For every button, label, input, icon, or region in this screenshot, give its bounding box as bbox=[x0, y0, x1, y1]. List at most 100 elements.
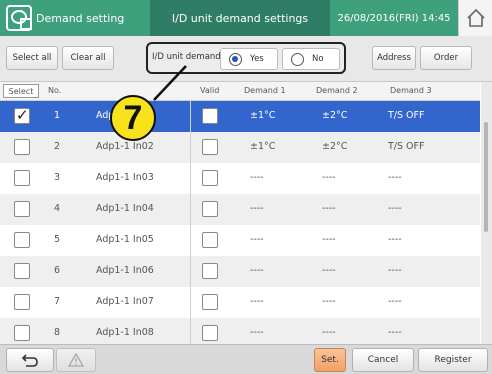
row-demand2: ±2°C bbox=[322, 141, 348, 152]
scrollbar[interactable] bbox=[481, 82, 492, 344]
address-button[interactable]: Address bbox=[372, 46, 416, 70]
row-number: 3 bbox=[54, 172, 61, 183]
datetime-display: 26/08/2016(FRI) 14:45 bbox=[330, 0, 458, 36]
row-select-checkbox[interactable] bbox=[14, 325, 30, 341]
row-device-name: Adp1-1 In05 bbox=[96, 234, 154, 245]
row-demand2: ±2°C bbox=[322, 110, 348, 121]
row-number: 8 bbox=[54, 327, 61, 338]
demand-setting-icon bbox=[6, 5, 32, 31]
column-divider bbox=[190, 132, 191, 163]
row-demand2: ---- bbox=[322, 234, 336, 245]
select-all-button[interactable]: Select all bbox=[6, 46, 58, 70]
table-row[interactable]: 4 Adp1-1 In04 ---- ---- ---- bbox=[0, 194, 480, 225]
no-radio[interactable]: No bbox=[282, 48, 340, 70]
row-select-checkbox[interactable] bbox=[14, 170, 30, 186]
demand1-column-header: Demand 1 bbox=[244, 86, 286, 95]
back-button[interactable] bbox=[6, 348, 54, 372]
home-icon bbox=[466, 8, 485, 27]
no-column-header: No. bbox=[48, 86, 62, 95]
column-divider bbox=[190, 287, 191, 318]
row-demand1: ±1°C bbox=[250, 141, 276, 152]
table-row[interactable]: 7 Adp1-1 In07 ---- ---- ---- bbox=[0, 287, 480, 318]
row-valid-checkbox[interactable] bbox=[202, 263, 218, 279]
table-row[interactable]: 5 Adp1-1 In05 ---- ---- ---- bbox=[0, 225, 480, 256]
yes-radio-indicator bbox=[229, 52, 242, 66]
row-demand2: ---- bbox=[322, 172, 336, 183]
column-divider bbox=[190, 225, 191, 256]
valid-column-header: Valid bbox=[200, 86, 220, 95]
row-number: 5 bbox=[54, 234, 61, 245]
idu-demand-label: I/D unit demand bbox=[152, 52, 221, 62]
screen-title: I/D unit demand settings bbox=[150, 0, 330, 36]
row-demand1: ---- bbox=[250, 234, 264, 245]
toolbar: Select all Clear all I/D unit demand Yes… bbox=[0, 36, 492, 82]
header-bar: Demand setting I/D unit demand settings … bbox=[0, 0, 492, 36]
column-divider bbox=[190, 256, 191, 287]
column-divider bbox=[190, 163, 191, 194]
row-demand3: ---- bbox=[388, 234, 402, 245]
table-row[interactable]: 2 Adp1-1 In02 ±1°C ±2°C T/S OFF bbox=[0, 132, 480, 163]
row-demand3: ---- bbox=[388, 327, 402, 338]
row-demand3: ---- bbox=[388, 265, 402, 276]
row-valid-checkbox[interactable] bbox=[202, 325, 218, 341]
row-demand1: ---- bbox=[250, 172, 264, 183]
row-valid-checkbox[interactable] bbox=[202, 170, 218, 186]
back-arrow-icon bbox=[21, 354, 38, 367]
home-button[interactable] bbox=[458, 0, 492, 36]
register-button[interactable]: Register bbox=[418, 348, 488, 372]
yes-label: Yes bbox=[250, 54, 264, 64]
row-select-checkbox[interactable] bbox=[14, 294, 30, 310]
table-row[interactable]: 3 Adp1-1 In03 ---- ---- ---- bbox=[0, 163, 480, 194]
row-demand2: ---- bbox=[322, 296, 336, 307]
scrollbar-thumb[interactable] bbox=[484, 122, 488, 232]
footer-bar: Set. Cancel Register bbox=[0, 344, 492, 374]
callout-number-badge: 7 bbox=[110, 95, 156, 141]
row-demand3: T/S OFF bbox=[388, 110, 425, 121]
row-number: 6 bbox=[54, 265, 61, 276]
row-device-name: Adp1-1 In04 bbox=[96, 203, 154, 214]
row-select-checkbox[interactable] bbox=[14, 263, 30, 279]
app-title-area: Demand setting bbox=[0, 0, 150, 36]
no-label: No bbox=[312, 54, 324, 64]
row-number: 4 bbox=[54, 203, 61, 214]
row-device-name: Adp1-1 In07 bbox=[96, 296, 154, 307]
row-select-checkbox[interactable] bbox=[14, 232, 30, 248]
row-demand1: ---- bbox=[250, 203, 264, 214]
warning-icon bbox=[67, 352, 85, 367]
row-select-checkbox[interactable] bbox=[14, 201, 30, 217]
row-demand2: ---- bbox=[322, 265, 336, 276]
row-device-name: Adp1-1 In06 bbox=[96, 265, 154, 276]
clear-all-button[interactable]: Clear all bbox=[62, 46, 114, 70]
order-button[interactable]: Order bbox=[420, 46, 472, 70]
row-demand2: ---- bbox=[322, 327, 336, 338]
cancel-button[interactable]: Cancel bbox=[352, 348, 414, 372]
no-radio-indicator bbox=[291, 52, 304, 66]
row-valid-checkbox[interactable] bbox=[202, 139, 218, 155]
row-valid-checkbox[interactable] bbox=[202, 294, 218, 310]
select-column-header: Select bbox=[3, 84, 39, 98]
app-title: Demand setting bbox=[36, 11, 125, 25]
row-number: 1 bbox=[54, 110, 61, 121]
row-select-checkbox[interactable] bbox=[14, 106, 30, 124]
table-row[interactable]: 1Adp1-1 In01±1°C±2°CT/S OFF bbox=[0, 101, 480, 132]
row-valid-checkbox[interactable] bbox=[202, 201, 218, 217]
row-demand1: ±1°C bbox=[250, 110, 276, 121]
table-row[interactable]: 6 Adp1-1 In06 ---- ---- ---- bbox=[0, 256, 480, 287]
column-divider bbox=[190, 194, 191, 225]
row-demand1: ---- bbox=[250, 265, 264, 276]
set-button[interactable]: Set. bbox=[314, 348, 346, 372]
idu-demand-group: I/D unit demand Yes No bbox=[146, 42, 346, 74]
demand3-column-header: Demand 3 bbox=[390, 86, 432, 95]
row-demand3: ---- bbox=[388, 203, 402, 214]
row-device-name: Adp1-1 In03 bbox=[96, 172, 154, 183]
column-divider bbox=[190, 101, 191, 132]
row-select-checkbox[interactable] bbox=[14, 139, 30, 155]
row-demand1: ---- bbox=[250, 327, 264, 338]
row-demand3: ---- bbox=[388, 296, 402, 307]
demand2-column-header: Demand 2 bbox=[316, 86, 358, 95]
warning-button[interactable] bbox=[56, 348, 96, 372]
table-header: Select No. Valid Demand 1 Demand 2 Deman… bbox=[0, 82, 480, 101]
yes-radio[interactable]: Yes bbox=[220, 48, 278, 70]
row-valid-checkbox[interactable] bbox=[202, 108, 218, 124]
row-valid-checkbox[interactable] bbox=[202, 232, 218, 248]
